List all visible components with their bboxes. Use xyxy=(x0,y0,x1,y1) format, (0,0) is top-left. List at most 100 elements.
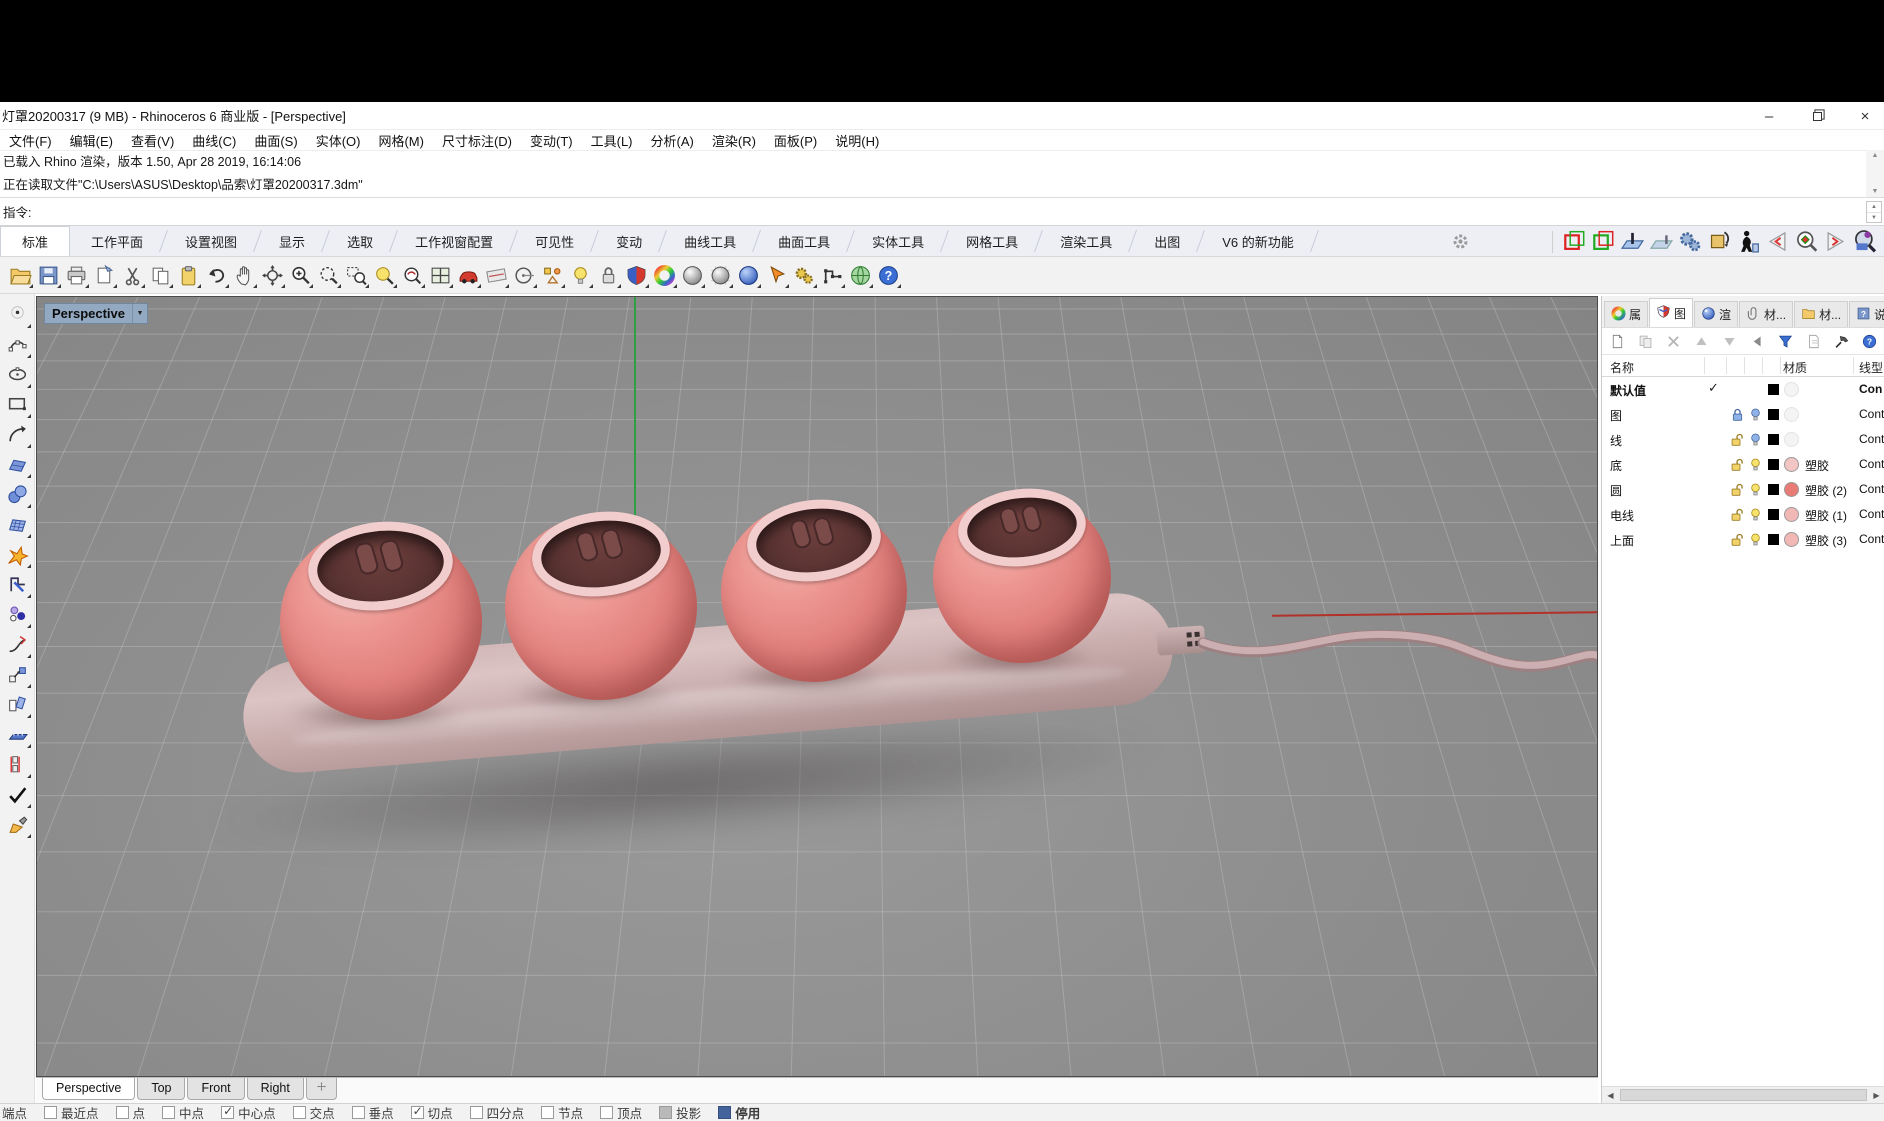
osnap-checkbox[interactable] xyxy=(470,1106,483,1119)
restore-icon[interactable] xyxy=(1806,106,1828,126)
spin-down-icon[interactable]: ▼ xyxy=(1867,213,1881,223)
layer-color-swatch[interactable] xyxy=(1768,509,1779,520)
rotate-view-button[interactable] xyxy=(258,261,286,289)
lock-open-icon[interactable] xyxy=(1730,457,1745,472)
color-wheel-button[interactable] xyxy=(650,261,678,289)
osnap-中心点[interactable]: 中心点 xyxy=(221,1103,276,1121)
lock-locked-icon[interactable] xyxy=(1730,407,1745,422)
layer-row-底[interactable]: 底塑胶Cont xyxy=(1602,452,1884,477)
help-button[interactable]: ? xyxy=(874,261,902,289)
menu-item-8[interactable]: 尺寸标注(D) xyxy=(433,131,521,150)
panel-tab-属[interactable]: 属 xyxy=(1604,301,1648,327)
osnap-交点[interactable]: 交点 xyxy=(293,1103,335,1121)
lock-button[interactable] xyxy=(594,261,622,289)
extrude-button[interactable] xyxy=(2,719,32,749)
ribbon-tab-工作视窗配置[interactable]: 工作视窗配置 xyxy=(394,226,514,256)
layer-color-swatch[interactable] xyxy=(1768,484,1779,495)
command-scrollbar[interactable]: ▲ ▼ xyxy=(1866,150,1884,197)
bulb-yellow-icon[interactable] xyxy=(1748,457,1763,472)
menu-item-13[interactable]: 面板(P) xyxy=(765,131,826,150)
menu-item-10[interactable]: 工具(L) xyxy=(582,131,642,150)
panel-tab-图[interactable]: 图 xyxy=(1649,298,1693,327)
osnap-checkbox[interactable] xyxy=(411,1106,424,1119)
menu-item-5[interactable]: 曲面(S) xyxy=(245,131,306,150)
spheres-button[interactable] xyxy=(2,479,32,509)
panel-hscrollbar[interactable]: ◀ ▶ xyxy=(1602,1086,1884,1103)
osnap-停用[interactable]: 停用 xyxy=(718,1103,760,1121)
scroll-up-icon[interactable]: ▲ xyxy=(1872,152,1879,159)
move-down-icon[interactable] xyxy=(1718,331,1741,352)
layer-row-图[interactable]: 图Cont xyxy=(1602,402,1884,427)
ribbon-tab-曲线工具[interactable]: 曲线工具 xyxy=(663,226,757,256)
gears-blue-icon[interactable] xyxy=(1677,228,1704,255)
osnap-checkbox[interactable] xyxy=(659,1106,672,1119)
spin-up-icon[interactable]: ▲ xyxy=(1867,202,1881,213)
shield-button[interactable] xyxy=(622,261,650,289)
material-color-circle[interactable] xyxy=(1784,407,1799,422)
cursor-cone-button[interactable] xyxy=(762,261,790,289)
control-curve-button[interactable] xyxy=(2,329,32,359)
material-color-circle[interactable] xyxy=(1784,457,1799,472)
osnap-最近点[interactable]: 最近点 xyxy=(44,1103,99,1121)
zoom-extents-button[interactable] xyxy=(314,261,342,289)
osnap-节点[interactable]: 节点 xyxy=(541,1103,583,1121)
osnap-points-button[interactable] xyxy=(538,261,566,289)
lock-open-icon[interactable] xyxy=(1730,532,1745,547)
osnap-checkbox[interactable] xyxy=(116,1106,129,1119)
ribbon-tab-V6 的新功能[interactable]: V6 的新功能 xyxy=(1201,226,1315,256)
scrollbar-thumb[interactable] xyxy=(1620,1089,1867,1101)
menu-item-6[interactable]: 实体(O) xyxy=(307,131,370,150)
panel-help-icon[interactable]: ? xyxy=(1858,331,1881,352)
paste-button[interactable] xyxy=(174,261,202,289)
history-path-button[interactable] xyxy=(818,261,846,289)
menu-item-7[interactable]: 网格(M) xyxy=(369,131,433,150)
command-prompt[interactable]: 指令: ▲ ▼ xyxy=(0,197,1884,226)
panel-tab-说[interactable]: ?说... xyxy=(1849,301,1884,327)
undo-view-button[interactable] xyxy=(398,261,426,289)
undo-button[interactable] xyxy=(202,261,230,289)
scroll-left-icon[interactable]: ◀ xyxy=(1602,1087,1619,1103)
osnap-checkbox[interactable] xyxy=(718,1106,731,1119)
rotate-cube-red-icon[interactable] xyxy=(1561,228,1588,255)
layer-row-电线[interactable]: 电线塑胶 (1)Cont xyxy=(1602,502,1884,527)
layer-color-swatch[interactable] xyxy=(1768,384,1779,395)
zoom-in-button[interactable] xyxy=(286,261,314,289)
ribbon-tab-网格工具[interactable]: 网格工具 xyxy=(945,226,1039,256)
panel-tab-渲[interactable]: 渲 xyxy=(1694,301,1738,327)
material-color-circle[interactable] xyxy=(1784,532,1799,547)
ribbon-tab-设置视图[interactable]: 设置视图 xyxy=(164,226,258,256)
viewport-tab-front[interactable]: Front xyxy=(187,1078,244,1100)
point-group-button[interactable] xyxy=(2,599,32,629)
sphere-blue-button[interactable] xyxy=(734,261,762,289)
layer-color-swatch[interactable] xyxy=(1768,434,1779,445)
rotate-cube-green-icon[interactable] xyxy=(1590,228,1617,255)
sphere-grid-button[interactable] xyxy=(706,261,734,289)
check-button[interactable] xyxy=(2,779,32,809)
bulb-blue-icon[interactable] xyxy=(1748,432,1763,447)
osnap-checkbox[interactable] xyxy=(162,1106,175,1119)
ribbon-tab-标准[interactable]: 标准 xyxy=(0,226,70,256)
material-color-circle[interactable] xyxy=(1784,482,1799,497)
menu-item-12[interactable]: 渲染(R) xyxy=(703,131,765,150)
osnap-点[interactable]: 点 xyxy=(116,1103,146,1121)
viewport-tab-right[interactable]: Right xyxy=(247,1078,304,1100)
bulb-blue-icon[interactable] xyxy=(1748,407,1763,422)
ribbon-tab-选取[interactable]: 选取 xyxy=(326,226,394,256)
lock-open-icon[interactable] xyxy=(1730,432,1745,447)
close-icon[interactable]: × xyxy=(1854,106,1876,126)
move-up-icon[interactable] xyxy=(1690,331,1713,352)
rectangle-button[interactable] xyxy=(2,389,32,419)
menu-item-3[interactable]: 查看(V) xyxy=(122,131,183,150)
menu-item-14[interactable]: 说明(H) xyxy=(826,131,888,150)
layer-row-默认值[interactable]: 默认值✓Con xyxy=(1602,377,1884,402)
ribbon-tab-渲染工具[interactable]: 渲染工具 xyxy=(1039,226,1133,256)
lightbulb-button[interactable] xyxy=(566,261,594,289)
bulb-yellow-icon[interactable] xyxy=(1748,507,1763,522)
globe-button[interactable] xyxy=(846,261,874,289)
panel-tab-材[interactable]: 材... xyxy=(1794,301,1848,327)
move-left-icon[interactable] xyxy=(1746,331,1769,352)
osnap-切点[interactable]: 切点 xyxy=(411,1103,453,1121)
viewport-label[interactable]: Perspective ▼ xyxy=(44,303,148,324)
osnap-投影[interactable]: 投影 xyxy=(659,1103,701,1121)
osnap-端点[interactable]: 端点 xyxy=(2,1103,27,1121)
